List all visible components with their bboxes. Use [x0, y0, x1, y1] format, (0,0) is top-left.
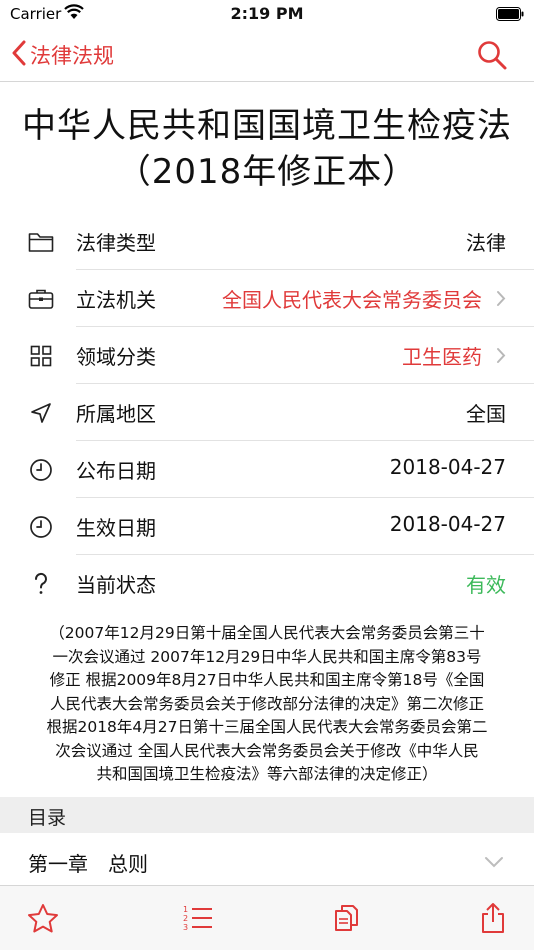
share-button[interactable]: [476, 902, 510, 938]
clock-icon: [28, 514, 54, 540]
numbered-list-icon: 1 2 3: [182, 903, 214, 937]
law-description: （2007年12月29日第十届全国人民代表大会常务委员会第三十 一次会议通过 2…: [20, 622, 514, 787]
search-button[interactable]: [476, 39, 508, 71]
info-row-publish-date: 公布日期 2018-04-27: [0, 441, 534, 498]
table-of-contents-button[interactable]: 1 2 3: [181, 904, 215, 936]
favorite-button[interactable]: [26, 903, 60, 938]
briefcase-icon: [28, 286, 54, 312]
svg-text:2: 2: [183, 914, 188, 923]
description-line: 修正 根据2009年8月27日中华人民共和国主席令第18号《全国: [49, 671, 485, 689]
info-row-status: 当前状态 有效: [0, 555, 534, 612]
info-value: 2018-04-27: [389, 455, 506, 479]
chapter-row[interactable]: 第一章 总则: [0, 833, 534, 885]
chevron-left-icon: [12, 40, 26, 70]
share-icon: [479, 902, 507, 938]
page-title: 中华人民共和国国境卫生检疫法（2018年修正本）: [22, 106, 512, 192]
info-label: 公布日期: [76, 459, 156, 483]
info-value-link[interactable]: 全国人民代表大会常务委员会: [222, 284, 482, 313]
info-row-effective-date: 生效日期 2018-04-27: [0, 498, 534, 555]
toc-section-header: 目录: [0, 797, 534, 833]
info-row-region: 所属地区 全国: [0, 384, 534, 441]
copy-icon: [332, 903, 362, 937]
chevron-right-icon: [496, 290, 506, 311]
info-label: 所属地区: [76, 402, 156, 426]
info-label: 当前状态: [76, 573, 156, 597]
description-line: 人民代表大会常务委员会关于修改部分法律的决定》第二次修正: [49, 694, 484, 713]
bottom-toolbar: 1 2 3: [0, 885, 534, 950]
star-icon: [27, 903, 59, 938]
info-list: 法律类型 法律 立法机关 全国人民代表大会常务委员会 领域分类 卫生医药 所属地…: [0, 213, 534, 612]
back-button-label: 法律法规: [30, 44, 114, 68]
description-line: 根据2018年4月27日第十三届全国人民代表大会常务委员会第二: [46, 718, 488, 736]
question-icon: [28, 571, 54, 597]
chapter-label: 第一章 总则: [28, 852, 148, 876]
info-label: 立法机关: [76, 288, 156, 312]
description-line: （2007年12月29日第十届全国人民代表大会常务委员会第三十: [49, 624, 485, 642]
clock-icon: [28, 457, 54, 483]
status-time: 2:19 PM: [230, 4, 304, 23]
info-value: 2018-04-27: [389, 512, 506, 536]
info-label: 领域分类: [76, 345, 156, 369]
grid-icon: [28, 343, 54, 369]
status-bar: Carrier 2:19 PM: [0, 0, 534, 28]
navigation-bar: 法律法规: [0, 28, 534, 82]
status-value: 有效: [466, 573, 506, 597]
search-icon: [476, 41, 508, 75]
chevron-right-icon: [496, 347, 506, 368]
info-value-link[interactable]: 卫生医药: [402, 341, 482, 370]
description-line: 一次会议通过 2007年12月29日中华人民共和国主席令第83号: [52, 647, 482, 666]
battery-icon: [496, 6, 524, 25]
info-value: 全国: [466, 402, 506, 426]
chevron-down-icon: [484, 853, 504, 872]
svg-text:1: 1: [183, 905, 188, 914]
info-label: 生效日期: [76, 516, 156, 540]
info-row-domain[interactable]: 领域分类 卫生医药: [0, 327, 534, 384]
folder-icon: [28, 229, 54, 255]
info-row-law-type: 法律类型 法律: [0, 213, 534, 270]
svg-text:3: 3: [183, 923, 188, 932]
info-label: 法律类型: [76, 231, 156, 255]
description-line: 共和国国境卫生检疫法》等六部法律的决定修正）: [96, 765, 438, 783]
toc-header-label: 目录: [28, 807, 67, 829]
info-row-legislature[interactable]: 立法机关 全国人民代表大会常务委员会: [0, 270, 534, 327]
copy-button[interactable]: [330, 904, 364, 936]
info-value: 法律: [466, 231, 506, 255]
description-line: 次会议通过 全国人民代表大会常务委员会关于修改《中华人民: [55, 741, 479, 760]
back-button[interactable]: 法律法规: [12, 38, 114, 72]
location-arrow-icon: [28, 400, 54, 426]
